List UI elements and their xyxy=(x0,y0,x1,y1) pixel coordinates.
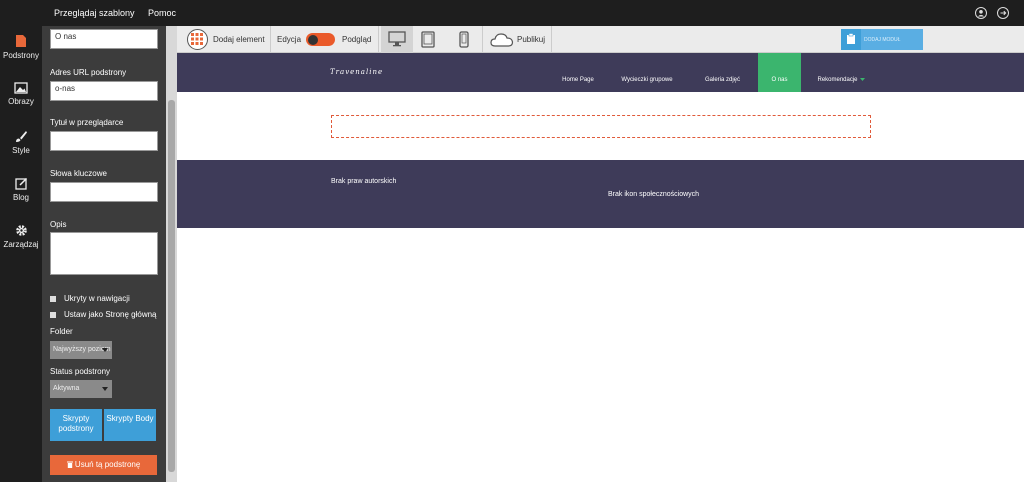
keywords-field[interactable] xyxy=(50,182,158,202)
body-scripts-button[interactable]: Skrypty Body xyxy=(104,409,156,441)
delete-page-button[interactable]: Usuń tą podstronę xyxy=(50,455,157,475)
help-link[interactable]: Pomoc xyxy=(148,8,176,18)
folder-label: Folder xyxy=(50,327,73,336)
panel-scrollbar[interactable] xyxy=(166,26,177,482)
preview-mode-label: Podgląd xyxy=(342,35,372,44)
footer-social[interactable]: Brak ikon społecznościowych xyxy=(608,191,699,198)
chevron-down-icon xyxy=(102,387,108,391)
hidden-nav-checkbox[interactable] xyxy=(50,296,56,302)
image-icon xyxy=(14,82,28,94)
logout-icon[interactable] xyxy=(997,7,1009,19)
site-nav-recommendations[interactable]: Rekomendacje xyxy=(816,53,859,92)
site-logo[interactable]: Travenaline xyxy=(330,68,383,76)
desktop-view-button[interactable] xyxy=(381,26,413,53)
edit-mode-label: Edycja xyxy=(277,35,302,44)
description-label: Opis xyxy=(50,220,67,229)
nav-item-images[interactable]: Obrazy xyxy=(0,82,42,122)
add-module-icon[interactable] xyxy=(841,29,861,50)
delete-page-label: Usuń tą podstronę xyxy=(74,460,141,469)
nav-item-manage[interactable]: Zarządzaj xyxy=(0,224,42,264)
edit-icon xyxy=(14,177,27,190)
publish-button[interactable]: Publikuj xyxy=(517,35,545,44)
toolbar-divider xyxy=(378,26,379,53)
keywords-label: Słowa kluczowe xyxy=(50,169,107,178)
page-canvas: Travenaline Home Page Wycieczki grupowe … xyxy=(177,53,1024,482)
page-name-field[interactable]: O nas xyxy=(50,29,158,49)
toolbar-divider xyxy=(482,26,483,53)
url-field[interactable]: o-nas xyxy=(50,81,158,101)
scrollbar-thumb[interactable] xyxy=(168,100,175,472)
empty-content-area[interactable] xyxy=(331,115,871,138)
add-element-icon[interactable] xyxy=(187,29,208,50)
site-nav-home[interactable]: Home Page xyxy=(555,53,601,92)
nav-item-label: Style xyxy=(12,146,30,155)
set-home-checkbox[interactable] xyxy=(50,312,56,318)
status-label: Status podstrony xyxy=(50,367,111,376)
browse-templates-link[interactable]: Przeglądaj szablony xyxy=(54,8,135,18)
status-select-value: Aktywna xyxy=(53,385,80,392)
site-footer: Brak praw autorskich Brak ikon społeczno… xyxy=(177,160,1024,228)
chevron-down-icon xyxy=(860,78,865,81)
status-select[interactable]: Aktywna xyxy=(50,380,112,398)
left-navigation: Podstrony Obrazy Style Blog Zarządzaj xyxy=(0,26,42,482)
nav-item-pages[interactable]: Podstrony xyxy=(0,34,42,74)
toolbar-divider xyxy=(270,26,271,53)
add-module-button[interactable]: DODAJ MODUŁ xyxy=(861,29,923,50)
tablet-view-button[interactable] xyxy=(421,31,435,50)
edit-preview-toggle[interactable] xyxy=(306,33,335,46)
hidden-nav-label: Ukryty w nawigacji xyxy=(64,294,130,303)
trash-icon xyxy=(66,461,73,468)
mobile-icon xyxy=(459,31,469,48)
chevron-down-icon xyxy=(102,348,108,352)
description-textarea[interactable] xyxy=(50,232,158,275)
user-account-icon[interactable] xyxy=(975,7,987,19)
site-header: Travenaline Home Page Wycieczki grupowe … xyxy=(177,53,1024,92)
toolbar-divider xyxy=(551,26,552,53)
nav-item-label: Obrazy xyxy=(8,97,34,106)
top-bar: Przeglądaj szablony Pomoc xyxy=(0,0,1024,26)
page-settings-panel: O nas Adres URL podstrony o-nas Tytuł w … xyxy=(42,26,166,482)
url-label: Adres URL podstrony xyxy=(50,68,127,77)
site-nav-group-trips[interactable]: Wycieczki grupowe xyxy=(616,53,678,92)
publish-cloud-icon[interactable] xyxy=(490,32,514,49)
browser-title-label: Tytuł w przeglądarce xyxy=(50,118,124,127)
add-element-button[interactable]: Dodaj element xyxy=(213,35,265,44)
tablet-icon xyxy=(421,31,435,48)
nav-item-styles[interactable]: Style xyxy=(0,130,42,170)
desktop-icon xyxy=(388,31,406,47)
gear-icon xyxy=(15,225,27,236)
nav-item-label: Zarządzaj xyxy=(3,240,39,249)
nav-item-label: Blog xyxy=(12,193,29,202)
nav-item-blog[interactable]: Blog xyxy=(0,177,42,217)
mobile-view-button[interactable] xyxy=(459,31,469,50)
site-nav-about[interactable]: O nas xyxy=(758,53,801,92)
brush-icon xyxy=(16,131,27,142)
page-icon xyxy=(16,35,26,47)
nav-item-label: Podstrony xyxy=(2,51,40,60)
page-scripts-button[interactable]: Skrypty podstrony xyxy=(50,409,102,441)
set-home-label: Ustaw jako Stronę główną xyxy=(64,310,157,319)
site-nav-gallery[interactable]: Galeria zdjęć xyxy=(700,53,745,92)
browser-title-field[interactable] xyxy=(50,131,158,151)
folder-select[interactable]: Najwyższy poziom xyxy=(50,341,112,359)
editor-toolbar: Dodaj element Edycja Podgląd Publikuj DO… xyxy=(177,26,1024,53)
footer-copyright[interactable]: Brak praw autorskich xyxy=(331,178,396,185)
